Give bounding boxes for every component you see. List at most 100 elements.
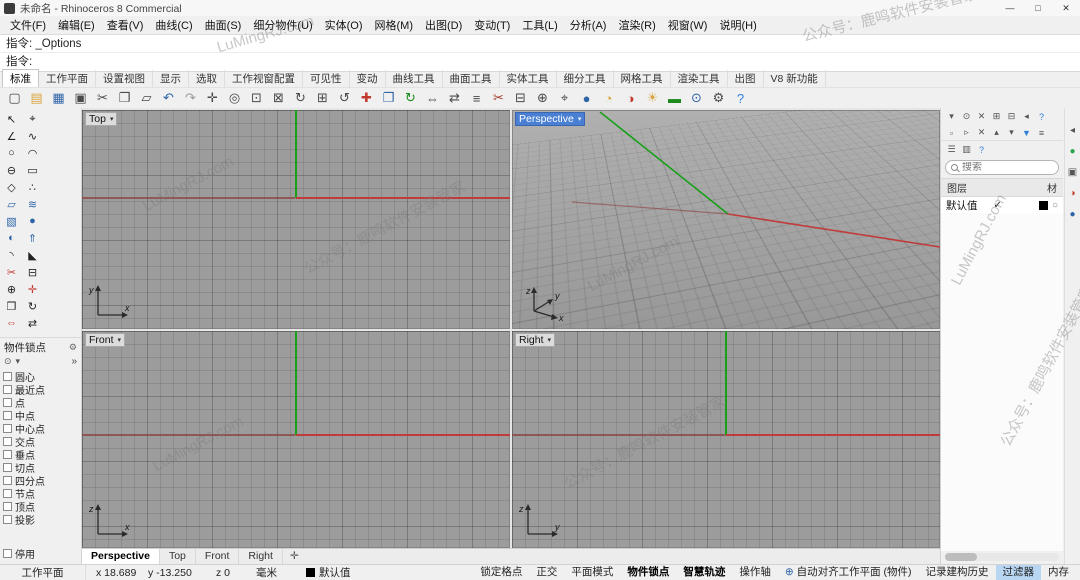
menu-item[interactable]: 编辑(E) [52, 17, 101, 33]
menu-item[interactable]: 实体(O) [319, 17, 369, 33]
pan-view-icon[interactable]: ✛ [202, 88, 223, 108]
save-icon[interactable]: ▦ [48, 88, 69, 108]
toolbar-tab[interactable]: 可见性 [303, 70, 350, 87]
new-viewport-tab-icon[interactable]: ✛ [283, 549, 306, 564]
osnap-toggle-icon[interactable]: ⌖ [554, 88, 575, 108]
rotate-object-icon[interactable]: ↻ [400, 88, 421, 108]
circle-tool-icon[interactable]: ○ [2, 145, 21, 161]
display-panel-tab-icon[interactable]: ▣ [1068, 168, 1077, 178]
render-icon[interactable]: ● [576, 88, 597, 108]
material-icon[interactable]: ◑ [620, 88, 641, 108]
toolbar-tab[interactable]: 设置视图 [96, 70, 153, 87]
layer-tools-icon[interactable]: ≡ [1036, 128, 1047, 138]
ellipse-tool-icon[interactable]: ⊖ [2, 162, 21, 178]
join-icon[interactable]: ⊕ [532, 88, 553, 108]
polyline-tool-icon[interactable]: ∠ [2, 128, 21, 144]
checkbox[interactable] [3, 549, 12, 558]
fillet-tool-icon[interactable]: ◝ [2, 247, 21, 263]
dock-menu-icon[interactable]: ▾ [946, 111, 957, 122]
toolbar-tab[interactable]: 渲染工具 [671, 70, 728, 87]
gumball-icon[interactable]: ⊙ [686, 88, 707, 108]
current-layer-check-icon[interactable]: ✓ [994, 200, 1002, 211]
trim-tool-icon[interactable]: ✂ [2, 264, 21, 280]
checkbox[interactable] [3, 463, 12, 472]
zoom-extents-icon[interactable]: ⊠ [268, 88, 289, 108]
toolbar-tab[interactable]: 网格工具 [614, 70, 671, 87]
checkbox[interactable] [3, 372, 12, 381]
status-toggle[interactable]: 内存 [1041, 565, 1076, 580]
maximize-button[interactable]: □ [1024, 1, 1052, 16]
render-preview-icon[interactable]: ◔ [598, 88, 619, 108]
scrollbar-thumb[interactable] [945, 553, 977, 561]
menu-item[interactable]: 渲染(R) [612, 17, 661, 33]
zoom-window-icon[interactable]: ⊡ [246, 88, 267, 108]
four-viewports-icon[interactable]: ⊞ [312, 88, 333, 108]
viewport-tab[interactable]: Right [239, 549, 283, 564]
close-button[interactable]: ✕ [1052, 1, 1080, 16]
close-panel-icon[interactable]: ✕ [976, 111, 987, 122]
selection-filter-tool-icon[interactable]: ⌖ [23, 111, 42, 127]
mirror-icon[interactable]: ⇄ [444, 88, 465, 108]
status-toggle[interactable]: 过滤器 [995, 565, 1041, 580]
checkbox[interactable] [3, 476, 12, 485]
panel-help-icon[interactable]: ? [1036, 112, 1047, 122]
menu-item[interactable]: 网格(M) [369, 17, 420, 33]
expand-all-icon[interactable]: ⊞ [991, 111, 1002, 122]
move-icon[interactable]: ✚ [356, 88, 377, 108]
layer-color-swatch[interactable] [1038, 200, 1048, 210]
redo-icon[interactable]: ↷ [180, 88, 201, 108]
material-panel-tab-icon[interactable]: ◑ [1069, 189, 1075, 199]
offset-icon[interactable]: ≡ [466, 88, 487, 108]
scale-tool-icon[interactable]: ⇔ [2, 315, 21, 331]
ground-plane-icon[interactable]: ▬ [664, 88, 685, 108]
osnap-checkbox-row[interactable]: 投影 [3, 513, 81, 527]
curve-tool-icon[interactable]: ∿ [23, 128, 42, 144]
overflow-chevrons-icon[interactable]: » [71, 356, 77, 367]
polygon-tool-icon[interactable]: ◇ [2, 179, 21, 195]
collapse-dock-icon[interactable]: ◂ [1070, 126, 1075, 136]
toolbar-tab[interactable]: 变动 [350, 70, 386, 87]
rotate-tool-icon[interactable]: ↻ [23, 298, 42, 314]
checkbox[interactable] [3, 385, 12, 394]
box-tool-icon[interactable]: ▧ [2, 213, 21, 229]
status-toggle[interactable]: 自动对齐工作平面 (物件) [778, 565, 919, 580]
toolbar-tab[interactable]: 选取 [189, 70, 225, 87]
toolbar-tab[interactable]: 出图 [728, 70, 764, 87]
osnap-filter-icon[interactable]: ⊙ [4, 356, 12, 367]
pin-panel-icon[interactable]: ⊙ [961, 111, 972, 122]
rectangle-tool-icon[interactable]: ▭ [23, 162, 42, 178]
menu-item[interactable]: 说明(H) [713, 17, 762, 33]
split-tool-icon[interactable]: ⊟ [23, 264, 42, 280]
viewport-title-top[interactable]: Top ▾ [85, 112, 118, 126]
trim-icon[interactable]: ✂ [488, 88, 509, 108]
render-panel-tab-icon[interactable]: ● [1069, 147, 1075, 157]
new-sublayer-icon[interactable]: ▹ [961, 127, 972, 138]
sphere-tool-icon[interactable]: ● [23, 213, 42, 229]
viewport-title-front[interactable]: Front ▾ [85, 333, 126, 347]
checkbox[interactable] [3, 398, 12, 407]
menu-item[interactable]: 出图(D) [419, 17, 468, 33]
new-file-icon[interactable]: ▢ [4, 88, 25, 108]
status-toggle[interactable]: 操作轴 [732, 565, 778, 580]
toolbar-tab[interactable]: 显示 [153, 70, 189, 87]
paste-icon[interactable]: ▱ [136, 88, 157, 108]
surface-tool-icon[interactable]: ▱ [2, 196, 21, 212]
layer-search-input[interactable] [962, 162, 1050, 173]
menu-item[interactable]: 曲线(C) [149, 17, 198, 33]
command-prompt-line[interactable]: 指令: [0, 53, 1080, 71]
loft-tool-icon[interactable]: ≋ [23, 196, 42, 212]
toolbar-tab[interactable]: 曲线工具 [386, 70, 443, 87]
viewport-right[interactable]: Right ▾ z y [512, 331, 940, 548]
arc-tool-icon[interactable]: ◠ [23, 145, 42, 161]
copy-object-icon[interactable]: ❐ [378, 88, 399, 108]
viewport-front[interactable]: Front ▾ z x [82, 331, 510, 548]
rotate-view-icon[interactable]: ↻ [290, 88, 311, 108]
checkbox[interactable] [3, 437, 12, 446]
scale-icon[interactable]: ⇔ [422, 88, 443, 108]
layer-row[interactable]: 默认值 ✓ ○ [941, 197, 1063, 213]
status-toggle[interactable]: 锁定格点 [473, 565, 529, 580]
toolbar-tab[interactable]: 曲面工具 [443, 70, 500, 87]
point-tool-icon[interactable]: ∴ [23, 179, 42, 195]
layer-material-icon[interactable]: ○ [1052, 200, 1058, 211]
move-layer-up-icon[interactable]: ▴ [991, 127, 1002, 138]
